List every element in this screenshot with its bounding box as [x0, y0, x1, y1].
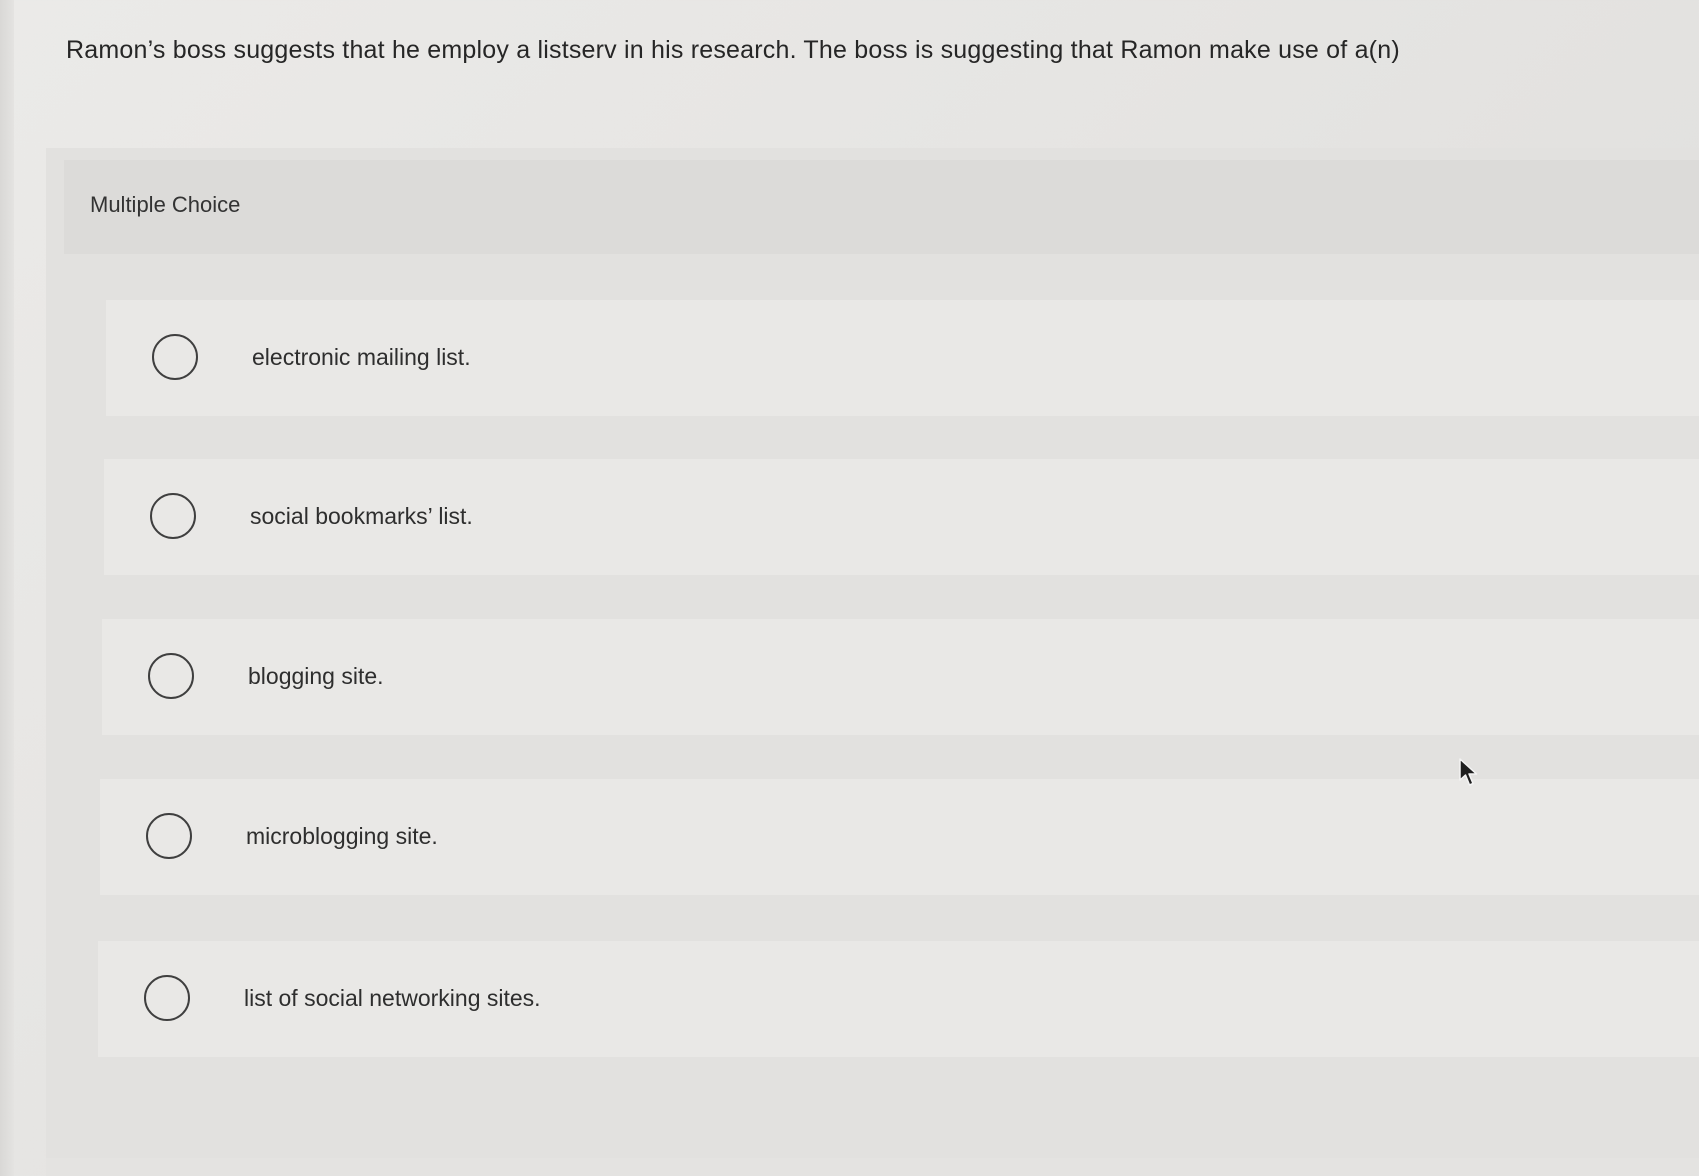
- panel-bottom-edge: [46, 1158, 1699, 1176]
- panel-header: [64, 160, 1699, 254]
- answer-option-label: electronic mailing list.: [252, 344, 471, 370]
- radio-unselected-icon[interactable]: [150, 493, 196, 539]
- answer-option-label: social bookmarks’ list.: [250, 503, 473, 529]
- radio-unselected-icon[interactable]: [146, 813, 192, 859]
- answer-option[interactable]: social bookmarks’ list.: [104, 459, 1699, 575]
- question-type-label: Multiple Choice: [90, 192, 241, 217]
- question-text: Ramon’s boss suggests that he employ a l…: [66, 36, 1400, 64]
- answer-option[interactable]: blogging site.: [102, 619, 1699, 735]
- answer-option-label: list of social networking sites.: [244, 985, 541, 1011]
- answer-option[interactable]: electronic mailing list.: [106, 300, 1699, 416]
- radio-unselected-icon[interactable]: [152, 334, 198, 380]
- radio-unselected-icon[interactable]: [148, 653, 194, 699]
- answer-option-label: blogging site.: [248, 663, 384, 689]
- screen-left-edge: [0, 0, 14, 1176]
- radio-unselected-icon[interactable]: [144, 975, 190, 1021]
- mouse-pointer-icon: [1459, 758, 1478, 786]
- answer-option[interactable]: microblogging site.: [100, 779, 1699, 895]
- answer-option-label: microblogging site.: [246, 823, 438, 849]
- answer-option[interactable]: list of social networking sites.: [98, 941, 1699, 1057]
